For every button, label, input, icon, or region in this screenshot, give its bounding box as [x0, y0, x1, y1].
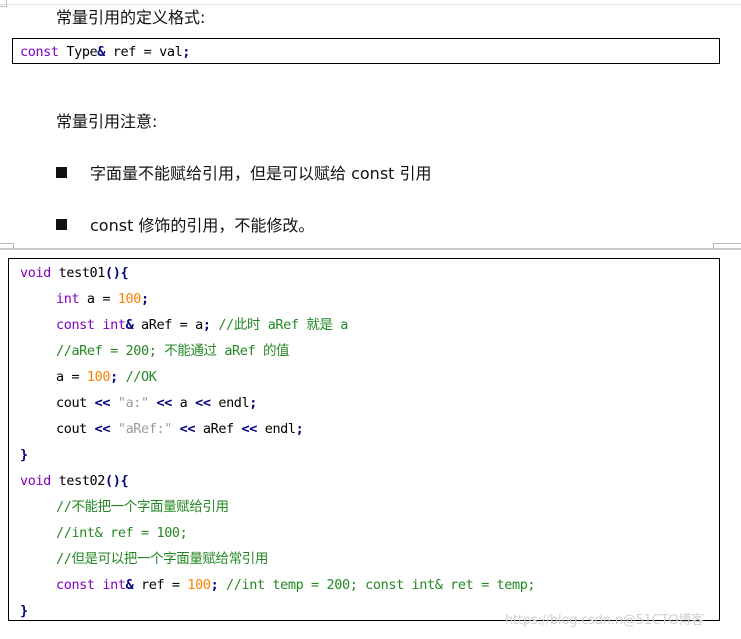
- code-token-brace: }: [20, 447, 28, 463]
- code-token-plain: a =: [56, 369, 87, 385]
- code-token-op: ;: [202, 317, 211, 333]
- watermark: https://blog.csdn.n@51CTO博客: [505, 613, 704, 628]
- code-token-op: ;: [182, 44, 191, 60]
- code-token-plain: Type: [58, 44, 98, 60]
- code-token-cm: //但是可以把一个字面量赋给常引用: [56, 551, 268, 567]
- code-token-brace: (){: [105, 265, 129, 281]
- code-token-plain: ref =: [133, 577, 188, 593]
- code-token-plain: endl: [256, 421, 296, 437]
- page-break-divider: [0, 248, 741, 250]
- note-text: 字面量不能赋给引用，但是可以赋给 const 引用: [90, 164, 432, 183]
- example-code-box: void test01(){int a = 100; const int& aRe…: [8, 258, 720, 621]
- code-token-cm: //此时 aRef 就是 a: [210, 317, 348, 333]
- code-line: //int& ref = 100;: [56, 522, 188, 544]
- definition-heading: 常量引用的定义格式:: [56, 8, 206, 27]
- code-line: }: [20, 600, 28, 622]
- definition-code-line: const Type& ref = val;: [20, 44, 190, 60]
- code-line: cout << "a:" << a << endl;: [56, 392, 257, 414]
- code-token-plain: ref = val: [105, 44, 183, 60]
- code-token-plain: aRef: [195, 421, 242, 437]
- code-token-op: <<: [156, 395, 172, 411]
- code-token-plain: test01: [50, 265, 106, 281]
- code-token-plain: a: [171, 395, 196, 411]
- code-token-cm: //OK: [117, 369, 157, 385]
- code-token-op: <<: [195, 395, 211, 411]
- code-token-op: <<: [179, 421, 196, 437]
- code-token-plain: a =: [79, 291, 118, 307]
- code-token-op: ;: [295, 421, 304, 437]
- code-line: const int& aRef = a; //此时 aRef 就是 a: [56, 314, 348, 336]
- code-token-plain: endl: [210, 395, 250, 411]
- note-text: const 修饰的引用，不能修改。: [90, 216, 315, 235]
- note-bullet-2: const 修饰的引用，不能修改。: [56, 212, 314, 236]
- page-corner-mark: [0, 0, 7, 7]
- code-token-plain: cout: [56, 395, 95, 411]
- square-bullet-icon: [56, 218, 67, 230]
- square-bullet-icon: [56, 166, 67, 178]
- code-token-cm: //不能把一个字面量赋给引用: [56, 499, 229, 515]
- code-token-op: <<: [241, 421, 258, 437]
- code-token-kw: void: [20, 265, 51, 281]
- code-token-kw: void: [20, 473, 51, 489]
- code-token-brace: (){: [105, 473, 129, 489]
- code-token-str: "a:": [110, 395, 157, 411]
- code-token-num: 100: [187, 577, 211, 593]
- code-token-plain: test02: [50, 473, 106, 489]
- code-token-brace: }: [20, 603, 28, 619]
- notes-heading: 常量引用注意:: [56, 112, 158, 131]
- code-token-op: ;: [249, 395, 257, 411]
- code-token-plain: aRef = a: [133, 317, 203, 333]
- code-line: //aRef = 200; 不能通过 aRef 的值: [56, 340, 290, 362]
- definition-code-box: const Type& ref = val;: [12, 38, 720, 64]
- code-line: int a = 100;: [56, 288, 149, 310]
- code-token-kw: int: [56, 291, 80, 307]
- code-token-num: 100: [86, 369, 111, 385]
- code-line: //但是可以把一个字面量赋给常引用: [56, 548, 268, 570]
- code-token-kw: const: [20, 44, 59, 60]
- code-token-op: ;: [110, 369, 118, 385]
- code-line: void test01(){: [20, 262, 129, 284]
- code-token-op: &: [97, 44, 106, 60]
- code-line: a = 100; //OK: [56, 366, 157, 388]
- code-line: const int& ref = 100; //int temp = 200; …: [56, 574, 536, 596]
- code-token-op: <<: [94, 395, 111, 411]
- code-token-num: 100: [117, 291, 142, 307]
- code-token-kw: const int: [56, 317, 126, 333]
- code-line: }: [20, 444, 28, 466]
- code-line: //不能把一个字面量赋给引用: [56, 496, 229, 518]
- code-line: cout << "aRef:" << aRef << endl;: [56, 418, 304, 440]
- code-token-cm: //aRef = 200; 不能通过 aRef 的值: [56, 343, 290, 359]
- code-line: void test02(){: [20, 470, 129, 492]
- note-bullet-1: 字面量不能赋给引用，但是可以赋给 const 引用: [56, 160, 432, 184]
- code-token-op: <<: [94, 421, 111, 437]
- code-token-op: ;: [141, 291, 149, 307]
- code-token-cm: //int temp = 200; const int& ret = temp;: [218, 577, 536, 593]
- code-token-kw: const int: [56, 577, 126, 593]
- code-token-cm: //int& ref = 100;: [56, 525, 188, 541]
- code-token-plain: cout: [56, 421, 95, 437]
- code-token-str: "aRef:": [110, 421, 180, 437]
